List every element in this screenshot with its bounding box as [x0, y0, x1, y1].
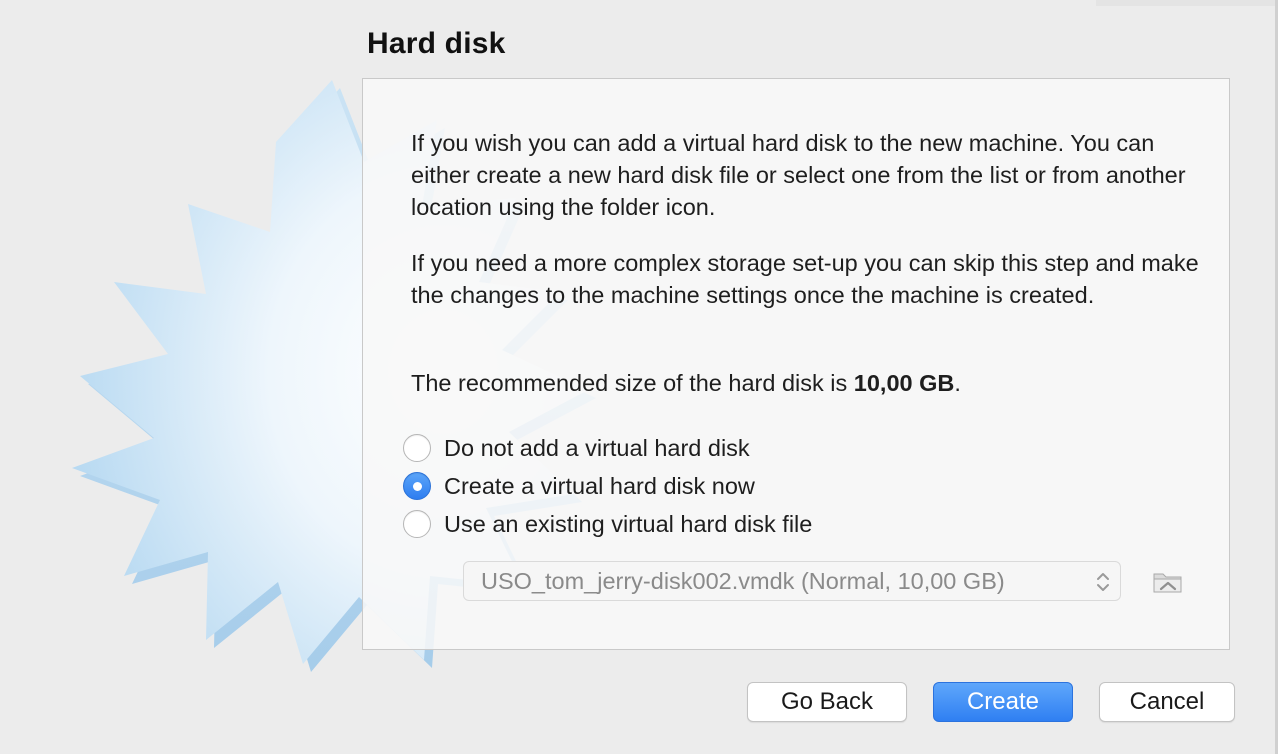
- intro-paragraph: If you wish you can add a virtual hard d…: [411, 130, 1186, 220]
- page-title: Hard disk: [367, 27, 506, 60]
- radio-option-create-now[interactable]: Create a virtual hard disk now: [403, 469, 755, 503]
- radio-label-no-disk: Do not add a virtual hard disk: [444, 434, 750, 461]
- existing-disk-select-value: USO_tom_jerry-disk002.vmdk (Normal, 10,0…: [481, 567, 1005, 594]
- radio-label-use-existing: Use an existing virtual hard disk file: [444, 510, 813, 537]
- cancel-button[interactable]: Cancel: [1099, 682, 1235, 722]
- existing-disk-select[interactable]: USO_tom_jerry-disk002.vmdk (Normal, 10,0…: [463, 561, 1121, 601]
- create-button[interactable]: Create: [933, 682, 1073, 722]
- wizard-window: Hard disk If you wish you can add a virt…: [0, 0, 1278, 754]
- recommended-size-text: The recommended size of the hard disk is…: [411, 367, 1211, 399]
- recommended-prefix: The recommended size of the hard disk is: [411, 370, 854, 396]
- radio-label-create-now: Create a virtual hard disk now: [444, 472, 755, 499]
- up-down-arrows-icon: [1097, 573, 1109, 591]
- radio-option-no-disk[interactable]: Do not add a virtual hard disk: [403, 431, 750, 465]
- storage-paragraph: If you need a more complex storage set-u…: [411, 250, 1199, 308]
- radio-option-use-existing[interactable]: Use an existing virtual hard disk file: [403, 507, 812, 541]
- radio-button-use-existing[interactable]: [403, 510, 431, 538]
- content-panel: If you wish you can add a virtual hard d…: [362, 78, 1230, 650]
- folder-icon[interactable]: [1151, 565, 1185, 599]
- radio-button-no-disk[interactable]: [403, 434, 431, 462]
- recommended-suffix: .: [954, 370, 961, 396]
- radio-selected-dot: [412, 481, 422, 491]
- go-back-button[interactable]: Go Back: [747, 682, 907, 722]
- recommended-size-value: 10,00 GB: [853, 370, 955, 396]
- radio-button-create-now[interactable]: [403, 472, 431, 500]
- window-edge-top: [1096, 0, 1278, 6]
